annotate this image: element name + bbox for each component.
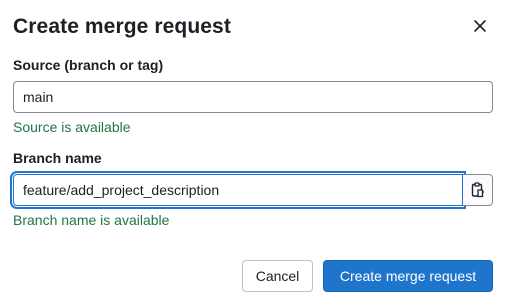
create-merge-request-button[interactable]: Create merge request [323,260,493,292]
close-icon [474,20,486,32]
create-merge-request-dialog: Create merge request Source (branch or t… [0,0,507,307]
branch-name-input[interactable] [13,174,463,206]
branch-name-label: Branch name [13,150,102,166]
source-help-text: Source is available [13,119,131,135]
source-label: Source (branch or tag) [13,57,164,73]
source-input[interactable] [13,81,493,113]
close-button[interactable] [468,14,492,38]
copy-branch-name-button[interactable] [463,174,493,206]
branch-name-help-text: Branch name is available [13,212,170,228]
cancel-button[interactable]: Cancel [242,260,313,292]
clipboard-icon [471,182,484,198]
dialog-title: Create merge request [13,15,231,38]
